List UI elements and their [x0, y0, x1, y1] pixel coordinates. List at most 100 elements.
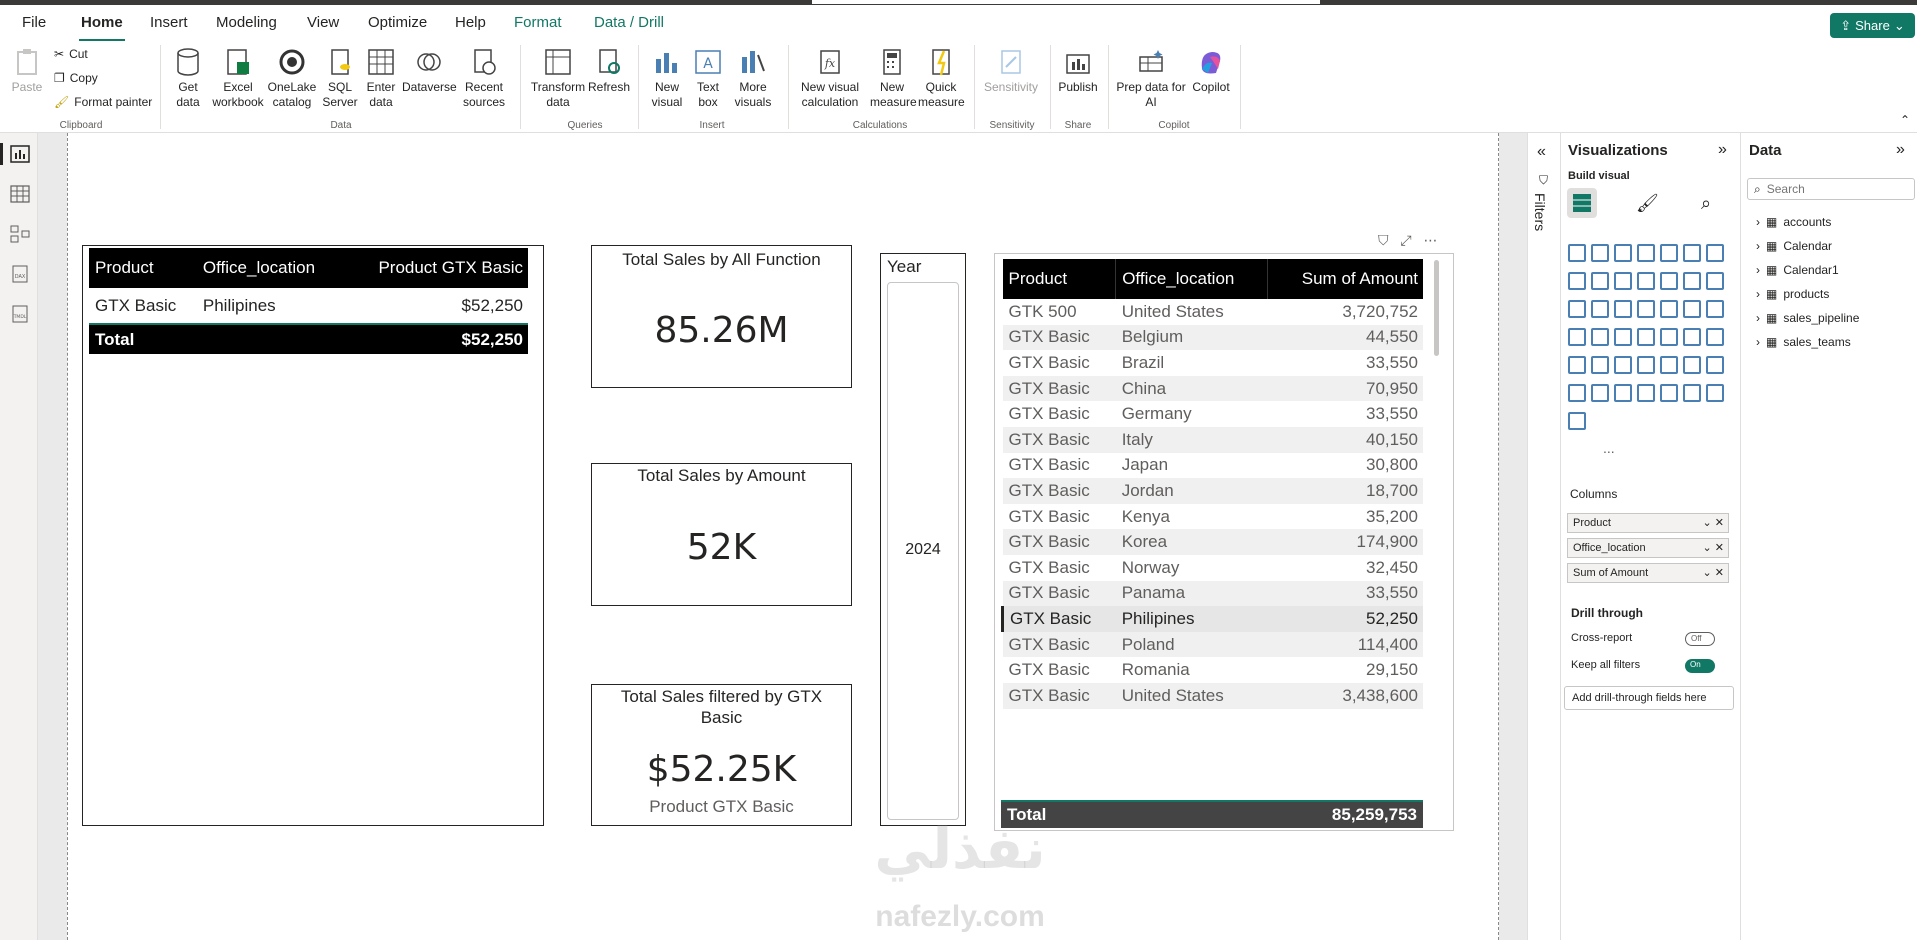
narrative-chart-icon[interactable]: [1683, 356, 1701, 374]
arcgis-chart-icon[interactable]: [1683, 384, 1701, 402]
card-total-sales-gtx-basic[interactable]: Total Sales filtered by GTX Basic $52.25…: [591, 684, 852, 826]
tab-modeling[interactable]: Modeling: [216, 14, 277, 31]
ribbon-chart-icon[interactable]: [1683, 272, 1701, 290]
r-visual-chart-icon[interactable]: [1568, 356, 1586, 374]
publish-button[interactable]: Publish: [1056, 47, 1100, 95]
card-total-sales-amount[interactable]: Total Sales by Amount 52K: [591, 463, 852, 606]
python-visual-chart-icon[interactable]: [1591, 356, 1609, 374]
more-visuals-ellipsis[interactable]: ...: [1603, 440, 1615, 456]
transform-data-button[interactable]: Transform data: [530, 47, 586, 110]
map-chart-icon[interactable]: [1683, 300, 1701, 318]
collapse-ribbon-icon[interactable]: ⌃: [1900, 113, 1910, 127]
shape-map-chart-icon[interactable]: [1637, 384, 1655, 402]
sql-server-button[interactable]: SQL Server: [322, 47, 358, 110]
dataverse-button[interactable]: Dataverse: [402, 47, 457, 95]
focus-mode-icon[interactable]: ⤢: [1400, 232, 1411, 248]
clustered-column-chart-icon[interactable]: [1637, 244, 1655, 262]
table-row[interactable]: GTX Basic Kenya 35,200: [1002, 503, 1423, 530]
prep-data-for-ai-button[interactable]: Prep data for AI: [1116, 47, 1186, 110]
filters-pane-collapsed[interactable]: « ⛉ Filters: [1527, 133, 1560, 940]
slicer-range[interactable]: 2024: [887, 282, 959, 820]
cross-report-toggle[interactable]: Off: [1685, 632, 1715, 646]
key-influencers-chart-icon[interactable]: [1614, 356, 1632, 374]
column-header-product[interactable]: Product: [1003, 259, 1116, 299]
copilot-button[interactable]: Copilot: [1188, 47, 1234, 95]
table-row[interactable]: GTX Basic Philipines $52,250: [89, 288, 528, 324]
table-visual-sum-of-amount[interactable]: Product Office_location Sum of Amount GT…: [994, 253, 1454, 831]
field-pill-product[interactable]: Product ⌄ ✕: [1567, 513, 1729, 533]
more-visuals-button[interactable]: More visuals: [728, 47, 778, 110]
table-row[interactable]: GTX Basic Romania 29,150: [1002, 657, 1423, 683]
tab-optimize[interactable]: Optimize: [368, 14, 427, 31]
tab-home[interactable]: Home: [79, 14, 125, 42]
funnel-chart-icon[interactable]: [1568, 300, 1586, 318]
copy-button[interactable]: ❐ Copy: [54, 71, 98, 85]
column-header-product[interactable]: Product: [89, 248, 197, 288]
area-chart-icon[interactable]: [1568, 272, 1586, 290]
multi-card-chart-icon[interactable]: [1637, 328, 1655, 346]
table-row[interactable]: GTX Basic China 70,950: [1002, 375, 1423, 402]
data-table-sales-pipeline[interactable]: › ▦ sales_pipeline: [1756, 311, 1859, 325]
keep-all-filters-toggle[interactable]: On: [1685, 659, 1715, 673]
scatter-chart-icon[interactable]: [1591, 300, 1609, 318]
drill-through-drop-zone[interactable]: Add drill-through fields here: [1564, 686, 1734, 710]
pie-chart-icon[interactable]: [1614, 300, 1632, 318]
decomposition-tree-chart-icon[interactable]: [1637, 356, 1655, 374]
power-apps-chart-icon[interactable]: [1591, 384, 1609, 402]
filled-map-chart-icon[interactable]: [1706, 300, 1724, 318]
new-visual-button[interactable]: New visual: [648, 47, 686, 110]
table-row[interactable]: GTX Basic Belgium 44,550: [1002, 324, 1423, 351]
table-row[interactable]: GTX Basic Jordan 18,700: [1002, 478, 1423, 504]
field-pill-office-location[interactable]: Office_location ⌄ ✕: [1567, 538, 1729, 558]
data-table-accounts[interactable]: › ▦ accounts: [1756, 215, 1831, 229]
table-row[interactable]: GTX Basic Philipines 52,250: [1002, 606, 1423, 632]
100-bar-chart-icon[interactable]: [1660, 244, 1678, 262]
table-row[interactable]: GTK 500 United States 3,720,752: [1002, 299, 1423, 325]
slicer-chart-icon[interactable]: [1683, 328, 1701, 346]
column-header-product-gtx-basic[interactable]: Product GTX Basic: [343, 248, 528, 288]
remove-field-icon[interactable]: ⌄ ✕: [1703, 516, 1725, 529]
tab-help[interactable]: Help: [455, 14, 486, 31]
waterfall-chart-icon[interactable]: [1706, 272, 1724, 290]
table-chart-icon[interactable]: [1706, 328, 1724, 346]
table-row[interactable]: GTX Basic Germany 33,550: [1002, 401, 1423, 427]
column-header-office-location[interactable]: Office_location: [1115, 259, 1268, 299]
chevron-right-icon[interactable]: ›: [1756, 335, 1760, 349]
paste-button[interactable]: Paste: [10, 47, 44, 95]
dax-query-view-icon[interactable]: DAX: [10, 265, 30, 283]
cut-button[interactable]: ✂ Cut: [54, 47, 88, 61]
100-area-chart-icon[interactable]: [1614, 272, 1632, 290]
diamond-chart-icon[interactable]: [1706, 384, 1724, 402]
clustered-bar-chart-icon[interactable]: [1614, 244, 1632, 262]
card-total-sales-all-function[interactable]: Total Sales by All Function 85.26M: [591, 245, 852, 388]
chevron-right-icon[interactable]: ›: [1756, 239, 1760, 253]
more-options-icon[interactable]: ⋯: [1423, 232, 1437, 248]
card-chart-icon[interactable]: [1614, 328, 1632, 346]
field-pill-sum-of-amount[interactable]: Sum of Amount ⌄ ✕: [1567, 563, 1729, 583]
chevron-right-icon[interactable]: ›: [1756, 263, 1760, 277]
stacked-column-chart-icon[interactable]: [1591, 244, 1609, 262]
quick-measure-button[interactable]: Quick measure: [918, 47, 965, 110]
data-table-calendar1[interactable]: › ▦ Calendar1: [1756, 263, 1839, 277]
share-button[interactable]: ⇪ Share ⌄: [1830, 13, 1915, 38]
tab-data-drill[interactable]: Data / Drill: [594, 14, 664, 31]
gauge-chart-icon[interactable]: [1591, 328, 1609, 346]
enter-data-button[interactable]: Enter data: [362, 47, 400, 110]
onelake-catalog-button[interactable]: OneLake catalog: [266, 47, 318, 110]
excel-workbook-button[interactable]: Excel workbook: [210, 47, 266, 110]
line-clustered-chart-icon[interactable]: [1660, 272, 1678, 290]
stacked-area-chart-icon[interactable]: [1591, 272, 1609, 290]
table-row[interactable]: GTX Basic Korea 174,900: [1002, 529, 1423, 555]
line-chart-icon[interactable]: [1706, 244, 1724, 262]
filter-icon[interactable]: ⛉: [1378, 232, 1389, 248]
stacked-bar-chart-icon[interactable]: [1568, 244, 1586, 262]
remove-field-icon[interactable]: ⌄ ✕: [1703, 566, 1725, 579]
chevron-right-icon[interactable]: ›: [1756, 287, 1760, 301]
refresh-button[interactable]: Refresh: [588, 47, 630, 95]
tab-view[interactable]: View: [307, 14, 339, 31]
metrics-chart-icon[interactable]: [1568, 384, 1586, 402]
table-row[interactable]: GTX Basic Norway 32,450: [1002, 554, 1423, 581]
tab-file[interactable]: File: [22, 14, 46, 31]
tab-insert[interactable]: Insert: [150, 14, 188, 31]
kpi-chart-icon[interactable]: [1660, 328, 1678, 346]
